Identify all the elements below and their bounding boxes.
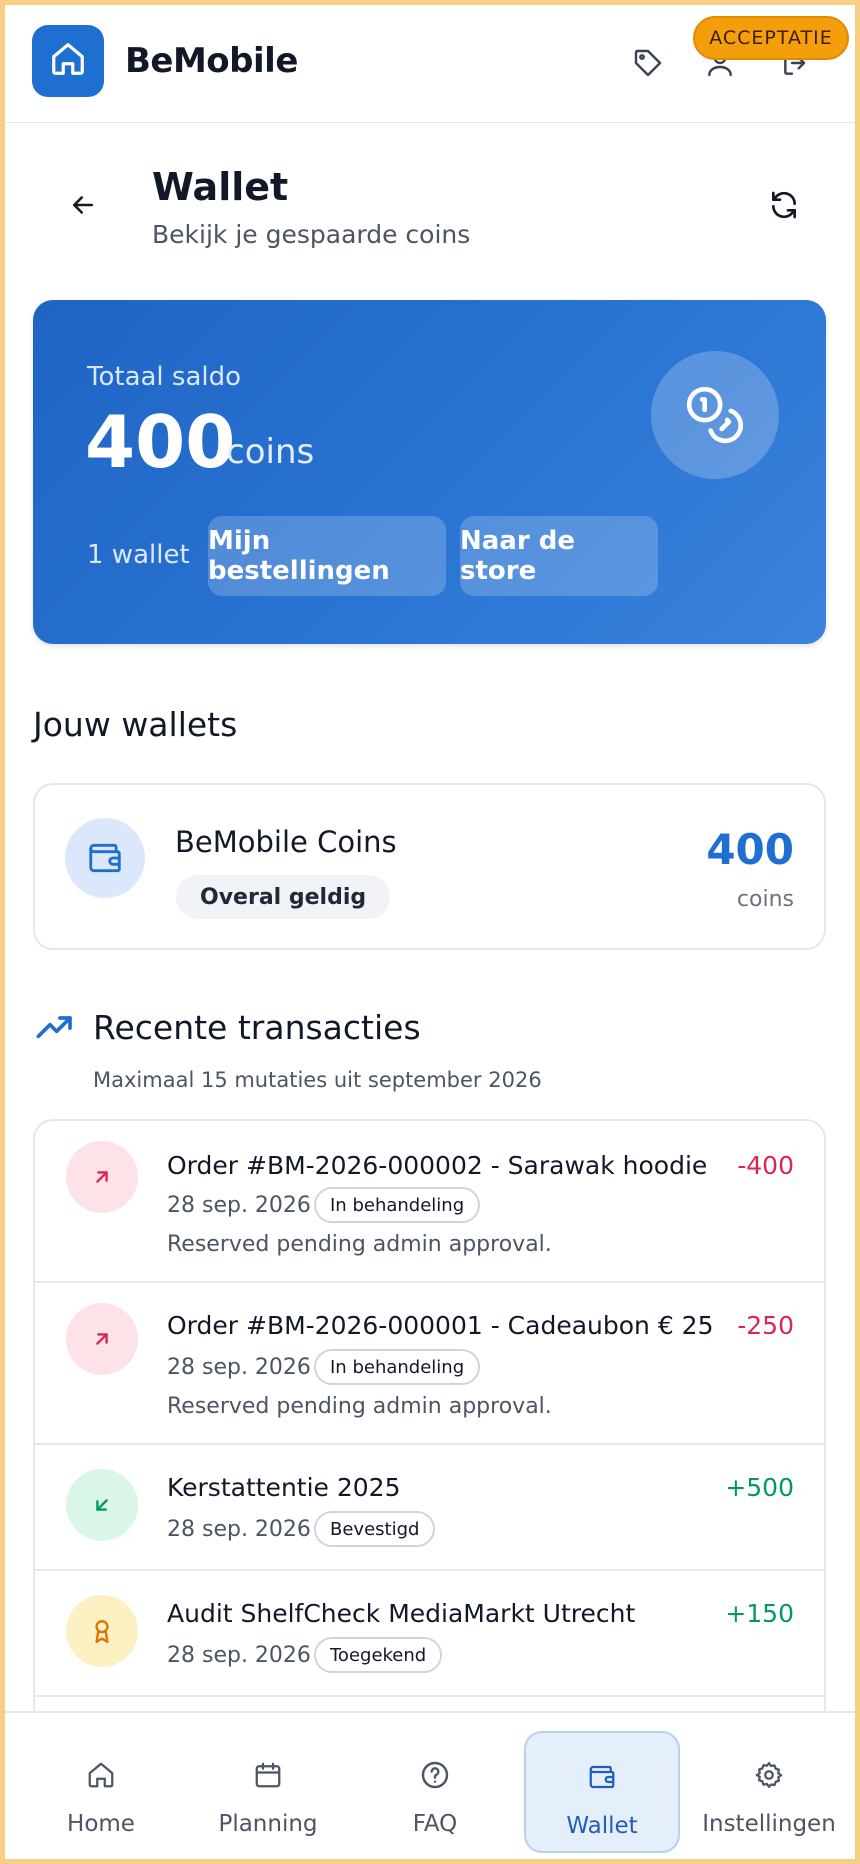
transaction-date: 28 sep. 2026	[167, 1517, 311, 1542]
nav-label: Instellingen	[702, 1811, 836, 1837]
transaction-amount: +500	[725, 1473, 794, 1502]
balance-amount: 400	[85, 400, 236, 484]
arrow-left-icon	[68, 190, 98, 224]
transaction-name: Order #BM-2026-000002 - Sarawak hoodie	[167, 1151, 708, 1180]
arrow-up-right-icon	[66, 1141, 138, 1213]
wallets-section-title: Jouw wallets	[33, 705, 238, 744]
wallet-icon	[65, 818, 145, 898]
page-subtitle: Bekijk je gespaarde coins	[152, 220, 471, 249]
my-orders-button[interactable]: Mijn bestellingen	[208, 516, 446, 596]
transaction-date: 28 sep. 2026	[167, 1643, 311, 1668]
status-badge: Toegekend	[314, 1637, 443, 1673]
logo[interactable]	[32, 25, 104, 97]
balance-card: Totaal saldo 400 coins 1 wallet Mijn bes…	[33, 300, 826, 644]
brand-name: BeMobile	[125, 41, 298, 81]
transaction-name: Order #BM-2026-000001 - Cadeaubon € 25	[167, 1311, 714, 1340]
wallet-unit: coins	[736, 887, 794, 912]
wallet-icon	[526, 1759, 678, 1795]
transactions-title: Recente transacties	[93, 1008, 421, 1047]
coins-icon	[651, 351, 779, 479]
calendar-icon	[190, 1757, 346, 1793]
nav-item-planning[interactable]: Planning	[190, 1731, 346, 1853]
transaction-row[interactable]: Kerstattentie 2025 28 sep. 2026 Bevestig…	[35, 1445, 824, 1571]
wallet-name: BeMobile Coins	[175, 825, 397, 859]
go-to-store-button[interactable]: Naar de store	[460, 516, 658, 596]
help-circle-icon	[357, 1757, 513, 1793]
app-frame: BeMobile ACCEPTATIE Wallet Bekijk je ges…	[5, 5, 855, 1859]
gear-icon	[691, 1757, 847, 1793]
transaction-name: Kerstattentie 2025	[167, 1473, 401, 1502]
transaction-note: Reserved pending admin approval.	[167, 1232, 552, 1257]
transaction-date: 28 sep. 2026	[167, 1193, 311, 1218]
arrow-down-left-icon	[66, 1469, 138, 1541]
transactions-subtitle: Maximaal 15 mutaties uit september 2026	[93, 1068, 542, 1092]
balance-unit: coins	[226, 432, 315, 472]
refresh-button[interactable]	[762, 185, 806, 229]
home-icon	[23, 1757, 179, 1793]
tag-icon[interactable]	[628, 43, 668, 83]
refresh-icon	[768, 189, 800, 225]
app-header: BeMobile ACCEPTATIE	[5, 5, 855, 123]
wallet-card[interactable]: BeMobile Coins Overal geldig 400 coins	[33, 783, 826, 950]
nav-label: Wallet	[566, 1813, 638, 1839]
nav-label: Planning	[218, 1811, 318, 1837]
transaction-amount: -250	[737, 1311, 794, 1340]
nav-item-wallet[interactable]: Wallet	[524, 1731, 680, 1853]
trending-up-icon	[35, 1008, 77, 1050]
transaction-row[interactable]: Audit ShelfCheck MediaMarkt Utrecht 28 s…	[35, 1571, 824, 1697]
balance-label: Totaal saldo	[87, 362, 242, 392]
transaction-row[interactable]: Order #BM-2026-000001 - Cadeaubon € 25 2…	[35, 1283, 824, 1445]
nav-item-home[interactable]: Home	[23, 1731, 179, 1853]
arrow-up-right-icon	[66, 1303, 138, 1375]
award-icon	[66, 1595, 138, 1667]
transaction-amount: -400	[737, 1151, 794, 1180]
bottom-nav: Home Planning FAQ Wallet Instellingen	[5, 1711, 855, 1859]
home-logo-icon	[49, 40, 87, 82]
transaction-row[interactable]: Order #BM-2026-000002 - Sarawak hoodie 2…	[35, 1121, 824, 1283]
transaction-name: Audit ShelfCheck MediaMarkt Utrecht	[167, 1599, 636, 1628]
transactions-list: Order #BM-2026-000002 - Sarawak hoodie 2…	[33, 1119, 826, 1719]
environment-badge: ACCEPTATIE	[693, 16, 849, 60]
nav-item-instellingen[interactable]: Instellingen	[691, 1731, 847, 1853]
wallet-amount: 400	[706, 825, 794, 874]
back-button[interactable]	[57, 185, 109, 229]
nav-label: FAQ	[412, 1811, 458, 1837]
nav-label: Home	[67, 1811, 135, 1837]
transaction-note: Reserved pending admin approval.	[167, 1394, 552, 1419]
transaction-date: 28 sep. 2026	[167, 1355, 311, 1380]
nav-item-faq[interactable]: FAQ	[357, 1731, 513, 1853]
status-badge: In behandeling	[314, 1349, 481, 1385]
status-badge: In behandeling	[314, 1187, 481, 1223]
wallet-scope-chip: Overal geldig	[176, 875, 391, 919]
transaction-amount: +150	[725, 1599, 794, 1628]
wallet-count: 1 wallet	[87, 540, 190, 570]
page-title: Wallet	[152, 165, 289, 209]
status-badge: Bevestigd	[314, 1511, 436, 1547]
